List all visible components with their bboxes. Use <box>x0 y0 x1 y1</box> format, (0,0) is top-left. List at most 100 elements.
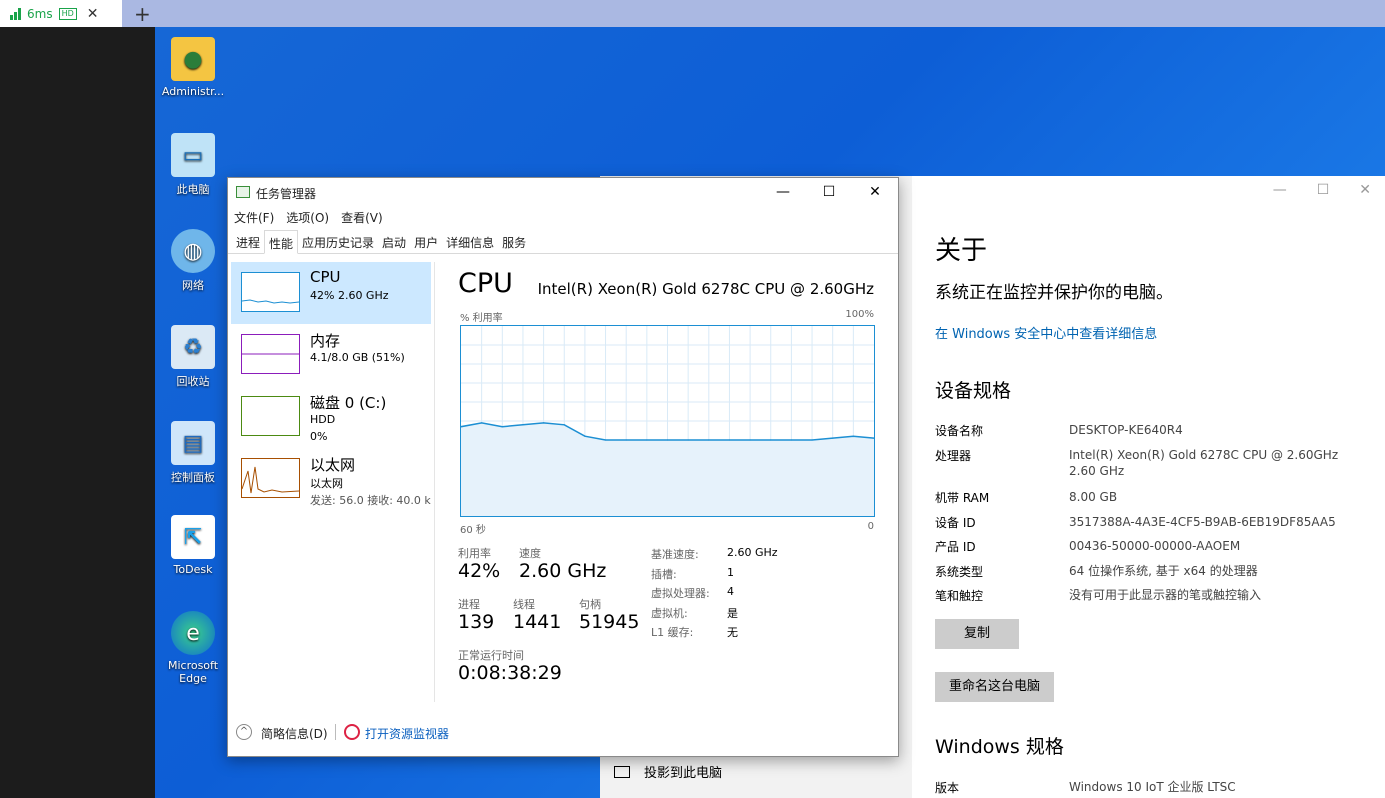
title-bar[interactable]: 任务管理器 — ☐ ✕ <box>228 178 898 206</box>
desktop-icon-label: 网络 <box>182 279 204 292</box>
spec-key: 系统类型 <box>935 565 984 579</box>
task-manager-footer: ^ 简略信息(D) 打开资源监视器 <box>228 718 898 754</box>
user-folder-icon: ● <box>171 37 215 81</box>
spec-key: 版本 <box>935 781 960 795</box>
project-icon <box>614 765 630 778</box>
cpu-data-point <box>625 439 627 441</box>
desktop-icon-control-panel[interactable]: ▤ 控制面板 <box>157 421 229 485</box>
cpu-data-point <box>646 439 648 441</box>
open-resource-monitor-link[interactable]: 打开资源监视器 <box>365 725 449 742</box>
menu-view[interactable]: 查看(V) <box>341 209 383 226</box>
ethernet-thumbnail <box>241 458 300 498</box>
resource-item-disk[interactable]: 磁盘 0 (C:) HDD 0% <box>231 386 431 448</box>
tab-performance[interactable]: 性能 <box>264 230 299 254</box>
resource-detail: 以太网 <box>310 477 343 490</box>
minimize-icon[interactable]: — <box>1273 182 1287 198</box>
new-tab-button[interactable]: + <box>134 2 151 26</box>
desktop-icon-administrator[interactable]: ● Administr... <box>157 37 229 98</box>
minimize-icon[interactable]: — <box>760 178 806 206</box>
fewer-details-button[interactable]: 简略信息(D) <box>261 725 328 742</box>
graph-x-min: 0 <box>867 521 874 532</box>
tab-users[interactable]: 用户 <box>410 230 442 254</box>
disk-thumbnail <box>241 396 300 436</box>
page-title: 关于 <box>935 236 988 266</box>
close-icon[interactable]: ✕ <box>852 178 898 206</box>
cpu-data-point <box>584 435 586 437</box>
cpu-data-point <box>666 439 669 441</box>
rename-pc-button[interactable]: 重命名这台电脑 <box>935 672 1055 702</box>
tab-bar: 进程 性能 应用历史记录 启动 用户 详细信息 服务 <box>228 230 898 254</box>
detail-value: 是 <box>727 607 738 620</box>
desktop-icon-label: 回收站 <box>176 375 210 388</box>
desktop-icon-network[interactable]: ◍ 网络 <box>157 229 229 293</box>
resource-detail: HDD <box>310 413 336 426</box>
nav-item-label: 投影到此电脑 <box>644 766 723 781</box>
spec-value: DESKTOP-KE640R4 <box>1069 423 1183 437</box>
utilization-label: 利用率 <box>458 547 491 560</box>
cpu-data-point <box>811 439 813 441</box>
spec-key: 设备名称 <box>935 424 984 438</box>
spec-key: 机带 RAM <box>935 491 990 505</box>
desktop-icon-label: Microsoft Edge <box>167 659 219 685</box>
spec-key: 产品 ID <box>935 540 976 554</box>
cpu-thumbnail <box>241 272 300 312</box>
resource-item-memory[interactable]: 内存 4.1/8.0 GB (51%) <box>231 324 431 386</box>
speed-value: 2.60 GHz <box>519 560 607 582</box>
resource-monitor-icon[interactable] <box>344 724 360 740</box>
handles-label: 句柄 <box>579 598 601 611</box>
memory-thumb-line <box>242 353 299 355</box>
resource-name: 磁盘 0 (C:) <box>310 394 387 412</box>
desktop-icon-label: ToDesk <box>173 563 213 576</box>
detail-key: 虚拟机: <box>651 607 688 620</box>
tab-processes[interactable]: 进程 <box>232 230 264 254</box>
desktop-icon-edge[interactable]: e Microsoft Edge <box>157 611 229 685</box>
nav-item-project[interactable]: 投影到此电脑 <box>614 762 722 781</box>
threads-label: 线程 <box>513 598 535 611</box>
close-tab-icon[interactable]: ✕ <box>87 6 99 22</box>
footer-divider <box>335 724 336 740</box>
resource-item-ethernet[interactable]: 以太网 以太网 发送: 56.0 接收: 40.0 k <box>231 448 435 510</box>
desktop-icon-label: 此电脑 <box>176 183 210 196</box>
close-icon[interactable]: ✕ <box>1359 182 1371 198</box>
desktop-icon-label: 控制面板 <box>171 471 215 484</box>
cpu-data-point <box>461 426 462 428</box>
desktop-icon-todesk[interactable]: ⇱ ToDesk <box>157 515 229 576</box>
control-panel-icon: ▤ <box>171 421 215 465</box>
tab-details[interactable]: 详细信息 <box>442 230 498 254</box>
protection-status: 系统正在监控并保护你的电脑。 <box>935 283 1173 303</box>
security-center-link[interactable]: 在 Windows 安全中心中查看详细信息 <box>935 323 1157 342</box>
detail-key: 插槽: <box>651 568 677 581</box>
detail-value: 无 <box>727 626 738 639</box>
graph-x-label: 60 秒 <box>460 525 486 536</box>
tab-app-history[interactable]: 应用历史记录 <box>298 230 378 254</box>
maximize-icon[interactable]: ☐ <box>806 178 852 206</box>
desktop-icon-recycle-bin[interactable]: ♻ 回收站 <box>157 325 229 389</box>
device-spec-heading: 设备规格 <box>935 380 1012 402</box>
resource-list: CPU 42% 2.60 GHz 内存 4.1/8.0 GB (51%) 磁盘 … <box>231 262 435 702</box>
chevron-up-icon[interactable]: ^ <box>236 724 252 740</box>
cpu-data-point <box>501 426 503 428</box>
processes-value: 139 <box>458 611 495 633</box>
task-manager-icon <box>236 186 250 198</box>
menu-file[interactable]: 文件(F) <box>234 209 274 226</box>
window-controls: — ☐ ✕ <box>760 178 898 206</box>
cpu-heading: CPU <box>458 268 513 299</box>
tab-startup[interactable]: 启动 <box>378 230 410 254</box>
menu-options[interactable]: 选项(O) <box>286 209 329 226</box>
desktop-icon-this-pc[interactable]: ▭ 此电脑 <box>157 133 229 197</box>
graph-y-max: 100% <box>845 309 874 320</box>
resource-item-cpu[interactable]: CPU 42% 2.60 GHz <box>231 262 431 324</box>
spec-value: Windows 10 IoT 企业版 LTSC <box>1069 780 1236 794</box>
tab-services[interactable]: 服务 <box>498 230 530 254</box>
signal-icon <box>10 7 21 20</box>
maximize-icon[interactable]: ☐ <box>1317 182 1330 198</box>
cpu-utilization-graph <box>460 325 875 517</box>
session-tab[interactable]: 6ms HD ✕ <box>0 0 122 27</box>
cpu-data-point <box>873 437 874 439</box>
resource-name: CPU <box>310 268 341 286</box>
copy-button[interactable]: 复制 <box>935 619 1020 649</box>
spec-value: 64 位操作系统, 基于 x64 的处理器 <box>1069 564 1258 578</box>
detail-key: 虚拟处理器: <box>651 587 710 600</box>
spec-key: 笔和触控 <box>935 589 984 603</box>
latency-label: 6ms <box>27 6 53 21</box>
